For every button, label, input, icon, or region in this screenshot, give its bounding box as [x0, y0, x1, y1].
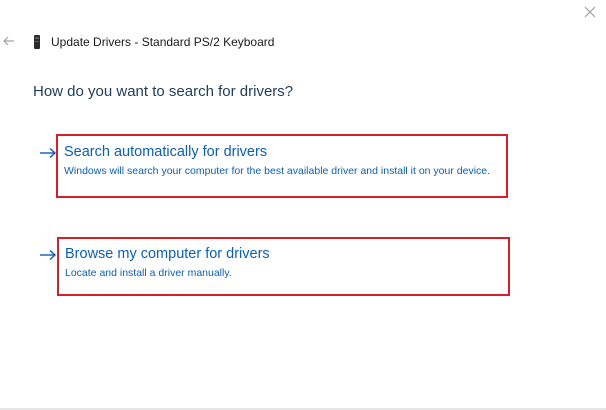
- browse-computer-option[interactable]: Browse my computer for drivers Locate an…: [36, 235, 512, 297]
- right-arrow-icon: [40, 249, 57, 261]
- window-title: Update Drivers - Standard PS/2 Keyboard: [51, 35, 275, 49]
- option-description: Windows will search your computer for th…: [64, 165, 491, 177]
- option-description: Locate and install a driver manually.: [65, 267, 232, 279]
- close-button[interactable]: [580, 4, 600, 22]
- back-button[interactable]: [2, 34, 16, 48]
- page-heading: How do you want to search for drivers?: [33, 83, 294, 100]
- keyboard-device-icon: [32, 34, 42, 50]
- right-arrow-icon: [40, 147, 57, 159]
- back-arrow-icon: [3, 36, 14, 46]
- option-title: Browse my computer for drivers: [65, 246, 270, 262]
- search-automatically-option[interactable]: Search automatically for drivers Windows…: [36, 132, 512, 200]
- close-icon: [584, 6, 596, 18]
- option-title: Search automatically for drivers: [64, 144, 268, 160]
- update-drivers-window: Update Drivers - Standard PS/2 Keyboard …: [0, 0, 606, 410]
